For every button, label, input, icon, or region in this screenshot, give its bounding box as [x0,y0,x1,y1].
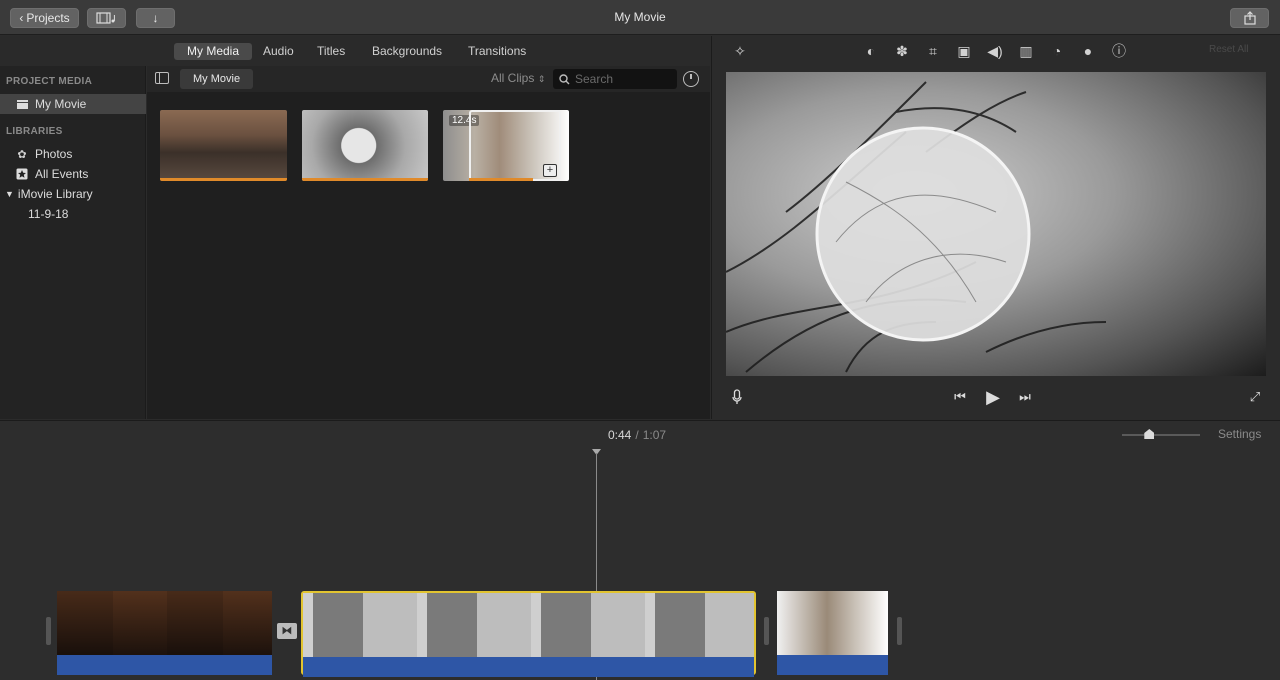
color-balance-icon[interactable]: ◐ [861,41,881,61]
tab-titles[interactable]: Titles [304,43,358,60]
speed-icon[interactable]: ◔ [1047,41,1067,61]
sidebar-item-label: My Movie [35,97,87,111]
share-icon [1243,11,1256,25]
timeline-clip-3[interactable] [777,591,888,675]
tab-audio[interactable]: Audio [250,43,307,60]
photos-icon: ✿ [17,148,27,161]
timecode: 0:44/1:07 [608,428,666,442]
sidebar-toggle-icon[interactable] [155,72,169,84]
browser-toolbar: My Movie All Clips ⇕ [147,66,710,92]
sidebar-item-label: iMovie Library [17,187,93,201]
sidebar-item-label: All Events [35,167,89,181]
sidebar-item-event-11-9-18[interactable]: 11-9-18 [0,204,146,224]
media-browser: My Movie All Clips ⇕ 12.4s + [147,66,710,419]
disclosure-triangle-icon[interactable]: ▼ [5,189,14,199]
tab-transitions[interactable]: Transitions [455,43,539,60]
cross-dissolve-icon[interactable]: ⧓ [277,623,297,639]
equalizer-icon[interactable]: ▥ [1016,41,1036,61]
fullscreen-icon[interactable]: ⤢ [1244,386,1266,408]
title-bar: ‹ Projects ↓ My Movie [0,0,1280,35]
clip-edge-handle[interactable] [897,617,902,645]
clip-filter-icon[interactable]: ● [1078,41,1098,61]
libraries-header: LIBRARIES [6,126,63,137]
libraries-sidebar: PROJECT MEDIA My Movie LIBRARIES ✿ Photo… [0,66,146,419]
clip-edge-handle[interactable] [764,617,769,645]
bubble-image [726,81,1107,373]
sidebar-item-imovie-library[interactable]: ▼ iMovie Library [0,184,146,204]
updown-chevron-icon: ⇕ [537,74,546,84]
viewer: ✧ ◐ ✽ ⌗ ▣ ◀) ▥ ◔ ● ⓘ Reset All ⏮ ▶ ⏭ ⤢ [711,36,1280,419]
clip-filter-value: All Clips [491,71,535,85]
browser-clip-3[interactable]: 12.4s + [443,110,569,181]
clip-used-indicator [160,178,287,181]
timeline: 0:44/1:07 Settings ⧓ [0,420,1280,680]
timeline-clip-2[interactable] [301,591,756,677]
sidebar-item-label: Photos [35,147,73,161]
magic-wand-icon[interactable]: ✧ [730,41,750,61]
tab-backgrounds[interactable]: Backgrounds [359,43,455,60]
add-to-timeline-button[interactable]: + [543,164,557,177]
playback-controls: ⏮ ▶ ⏭ ⤢ [712,384,1280,410]
tab-my-media[interactable]: My Media [174,43,253,60]
stabilization-camera-icon[interactable]: ▣ [954,41,974,61]
clip-audio-track[interactable] [57,655,272,675]
color-palette-icon[interactable]: ✽ [892,41,912,61]
timeline-clip-1[interactable] [57,591,272,675]
browser-clip-1[interactable] [160,110,287,181]
viewer-frame [726,72,1266,376]
sidebar-item-all-events[interactable]: All Events [0,164,146,184]
project-media-header: PROJECT MEDIA [6,76,93,87]
browser-settings-icon[interactable] [683,71,699,87]
time-separator: / [635,428,639,442]
info-icon[interactable]: ⓘ [1109,41,1129,61]
media-tabs: My Media Audio Titles Backgrounds Transi… [0,36,710,66]
timeline-settings-button[interactable]: Settings [1218,427,1261,441]
clip-used-indicator [469,178,533,181]
current-time: 0:44 [608,428,632,442]
sidebar-item-my-movie[interactable]: My Movie [0,94,146,114]
play-icon[interactable]: ▶ [982,386,1004,408]
window-title: My Movie [614,10,666,24]
adjustment-toolbar: ✧ ◐ ✽ ⌗ ▣ ◀) ▥ ◔ ● ⓘ Reset All [712,36,1280,66]
clip-filmstrip [303,593,754,657]
clapper-icon [14,97,30,111]
sidebar-item-photos[interactable]: ✿ Photos [0,144,146,164]
clip-filmstrip [57,591,272,655]
skip-back-icon[interactable]: ⏮ [949,386,971,408]
zoom-slider[interactable] [1122,429,1200,439]
search-field[interactable] [553,69,677,89]
clip-audio-track[interactable] [303,657,754,677]
browser-clip-2[interactable] [302,110,428,181]
volume-icon[interactable]: ◀) [985,41,1005,61]
clip-filmstrip [777,591,888,655]
share-button[interactable] [1230,8,1269,28]
clip-edge-handle[interactable] [46,617,51,645]
search-input[interactable] [575,72,675,86]
sidebar-item-label: 11-9-18 [28,207,69,221]
crop-icon[interactable]: ⌗ [923,41,943,61]
clip-used-indicator [302,178,428,181]
microphone-icon[interactable] [726,386,748,408]
zoom-slider-knob[interactable] [1144,429,1155,439]
clip-audio-track[interactable] [777,655,888,675]
total-time: 1:07 [642,428,667,442]
search-icon [559,73,570,84]
clip-filter-dropdown[interactable]: All Clips ⇕ [491,71,545,85]
star-icon [14,167,30,181]
browser-title: My Movie [180,69,254,89]
reset-all-button[interactable]: Reset All [1209,44,1248,55]
skip-forward-icon[interactable]: ⏭ [1014,386,1036,408]
